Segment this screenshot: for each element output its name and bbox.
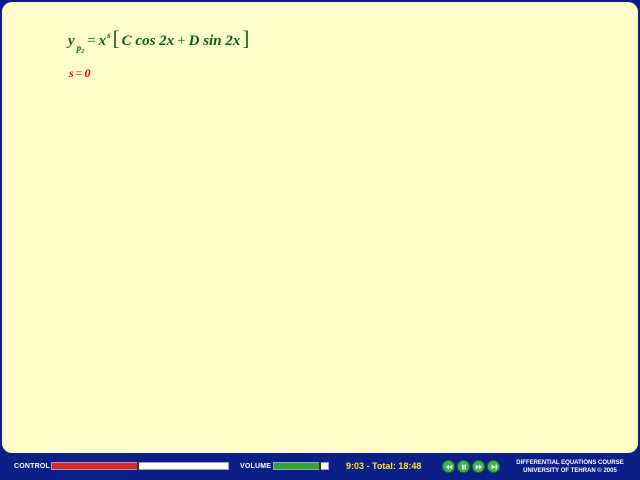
forward-button[interactable]	[472, 460, 485, 473]
control-progress-fill	[52, 463, 139, 469]
formula-right-bracket: ]	[242, 26, 250, 50]
particular-solution-formula: y p2 = x s [ C cos 2x + D sin 2x ]	[68, 26, 251, 56]
control-progress-slider[interactable]	[51, 462, 229, 470]
player-control-bar: CONTROL VOLUME 9:03 - Total: 18:48 DIFFE…	[0, 453, 640, 480]
course-credit: DIFFERENTIAL EQUATIONS COURSE UNIVERSITY…	[511, 459, 629, 475]
formula-term-cos: C cos 2x	[121, 33, 175, 49]
formula-plus: +	[177, 33, 186, 49]
rewind-icon	[445, 464, 452, 469]
formula-left-bracket: [	[112, 26, 120, 50]
formula-y: y	[68, 33, 75, 49]
formula-term-sin: D sin 2x	[188, 33, 241, 49]
volume-slider[interactable]	[273, 462, 329, 470]
s-variable: s	[69, 66, 74, 80]
formula-subscript-p: p2	[76, 43, 85, 55]
pause-button[interactable]	[457, 460, 470, 473]
playback-time: 9:03 - Total: 18:48	[346, 461, 422, 471]
formula-x: x	[98, 33, 107, 49]
slide-canvas: y p2 = x s [ C cos 2x + D sin 2x ] s = 0	[2, 2, 638, 453]
formula-equals: =	[87, 33, 96, 49]
volume-handle[interactable]	[318, 462, 321, 470]
volume-level-fill	[274, 463, 320, 469]
formula-exponent-s: s	[107, 30, 111, 40]
s-value: 0	[84, 66, 91, 80]
course-university: UNIVERSITY OF TEHRAN © 2005	[523, 468, 617, 474]
pause-icon	[461, 464, 466, 469]
next-icon	[491, 464, 497, 469]
forward-icon	[475, 464, 482, 469]
control-label: CONTROL	[14, 463, 51, 470]
next-button[interactable]	[487, 460, 500, 473]
s-equals: =	[75, 66, 83, 80]
course-title: DIFFERENTIAL EQUATIONS COURSE	[516, 460, 624, 466]
volume-label: VOLUME	[240, 463, 272, 470]
formula-subscript-2: 2	[81, 49, 85, 55]
rewind-button[interactable]	[442, 460, 455, 473]
s-equals-zero: s = 0	[69, 66, 90, 81]
control-progress-handle[interactable]	[137, 462, 140, 470]
